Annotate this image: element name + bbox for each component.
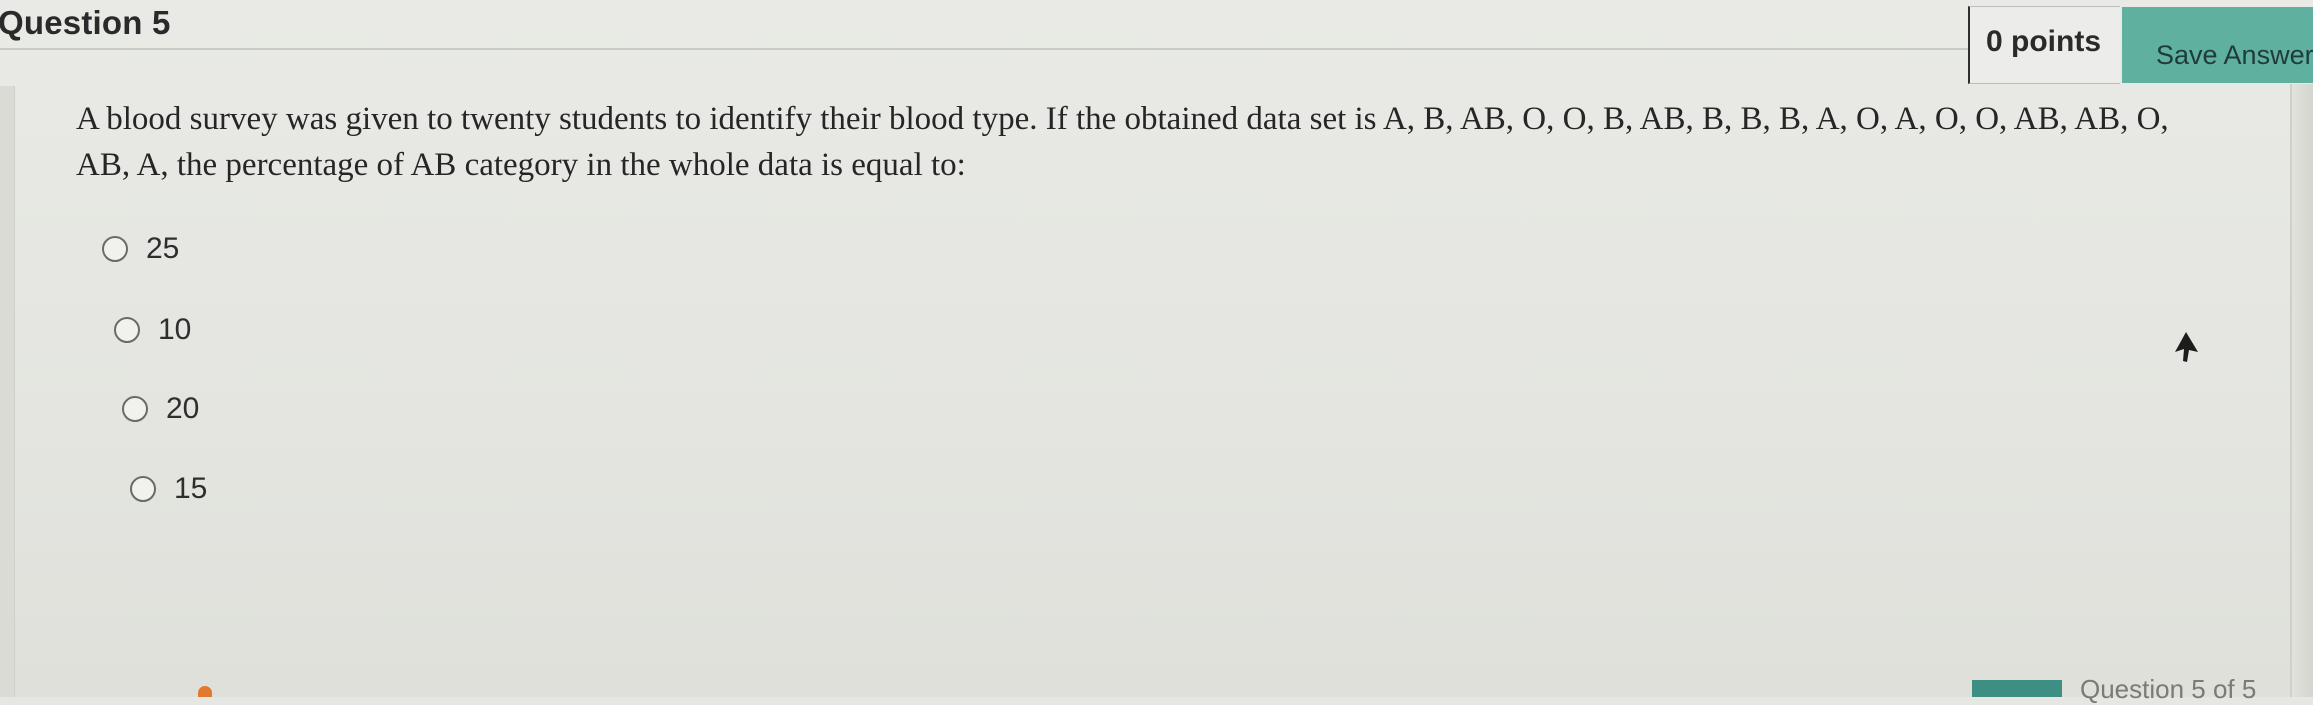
question-title: Question 5 bbox=[0, 4, 171, 41]
save-answer-button[interactable]: Save Answer bbox=[2122, 7, 2313, 83]
answer-option-label: 20 bbox=[166, 392, 200, 425]
mouse-pointer-icon bbox=[2175, 332, 2198, 362]
answer-option[interactable]: 20 bbox=[122, 392, 199, 426]
quiz-page: Question 5 0 points Save Answer A blood … bbox=[0, 0, 2313, 704]
radio-button[interactable] bbox=[114, 317, 140, 343]
question-counter: Question 5 of 5 bbox=[2080, 674, 2257, 704]
header-divider bbox=[0, 48, 1970, 50]
answer-option[interactable]: 10 bbox=[114, 313, 191, 347]
left-panel-edge bbox=[0, 86, 15, 697]
points-label: 0 points bbox=[1986, 25, 2102, 58]
answer-option-label: 10 bbox=[158, 313, 192, 346]
footer-indicator bbox=[198, 686, 212, 697]
answer-option-label: 15 bbox=[174, 472, 208, 505]
points-box: 0 points bbox=[1968, 6, 2120, 84]
radio-button[interactable] bbox=[130, 476, 156, 502]
question-text: A blood survey was given to twenty stude… bbox=[76, 101, 2169, 183]
progress-bar bbox=[1972, 680, 2062, 697]
radio-button[interactable] bbox=[122, 396, 148, 422]
right-panel-edge bbox=[2290, 84, 2313, 697]
answer-option[interactable]: 25 bbox=[102, 232, 179, 266]
answer-option-label: 25 bbox=[146, 232, 180, 265]
radio-button[interactable] bbox=[102, 236, 128, 262]
answer-option[interactable]: 15 bbox=[130, 472, 207, 506]
